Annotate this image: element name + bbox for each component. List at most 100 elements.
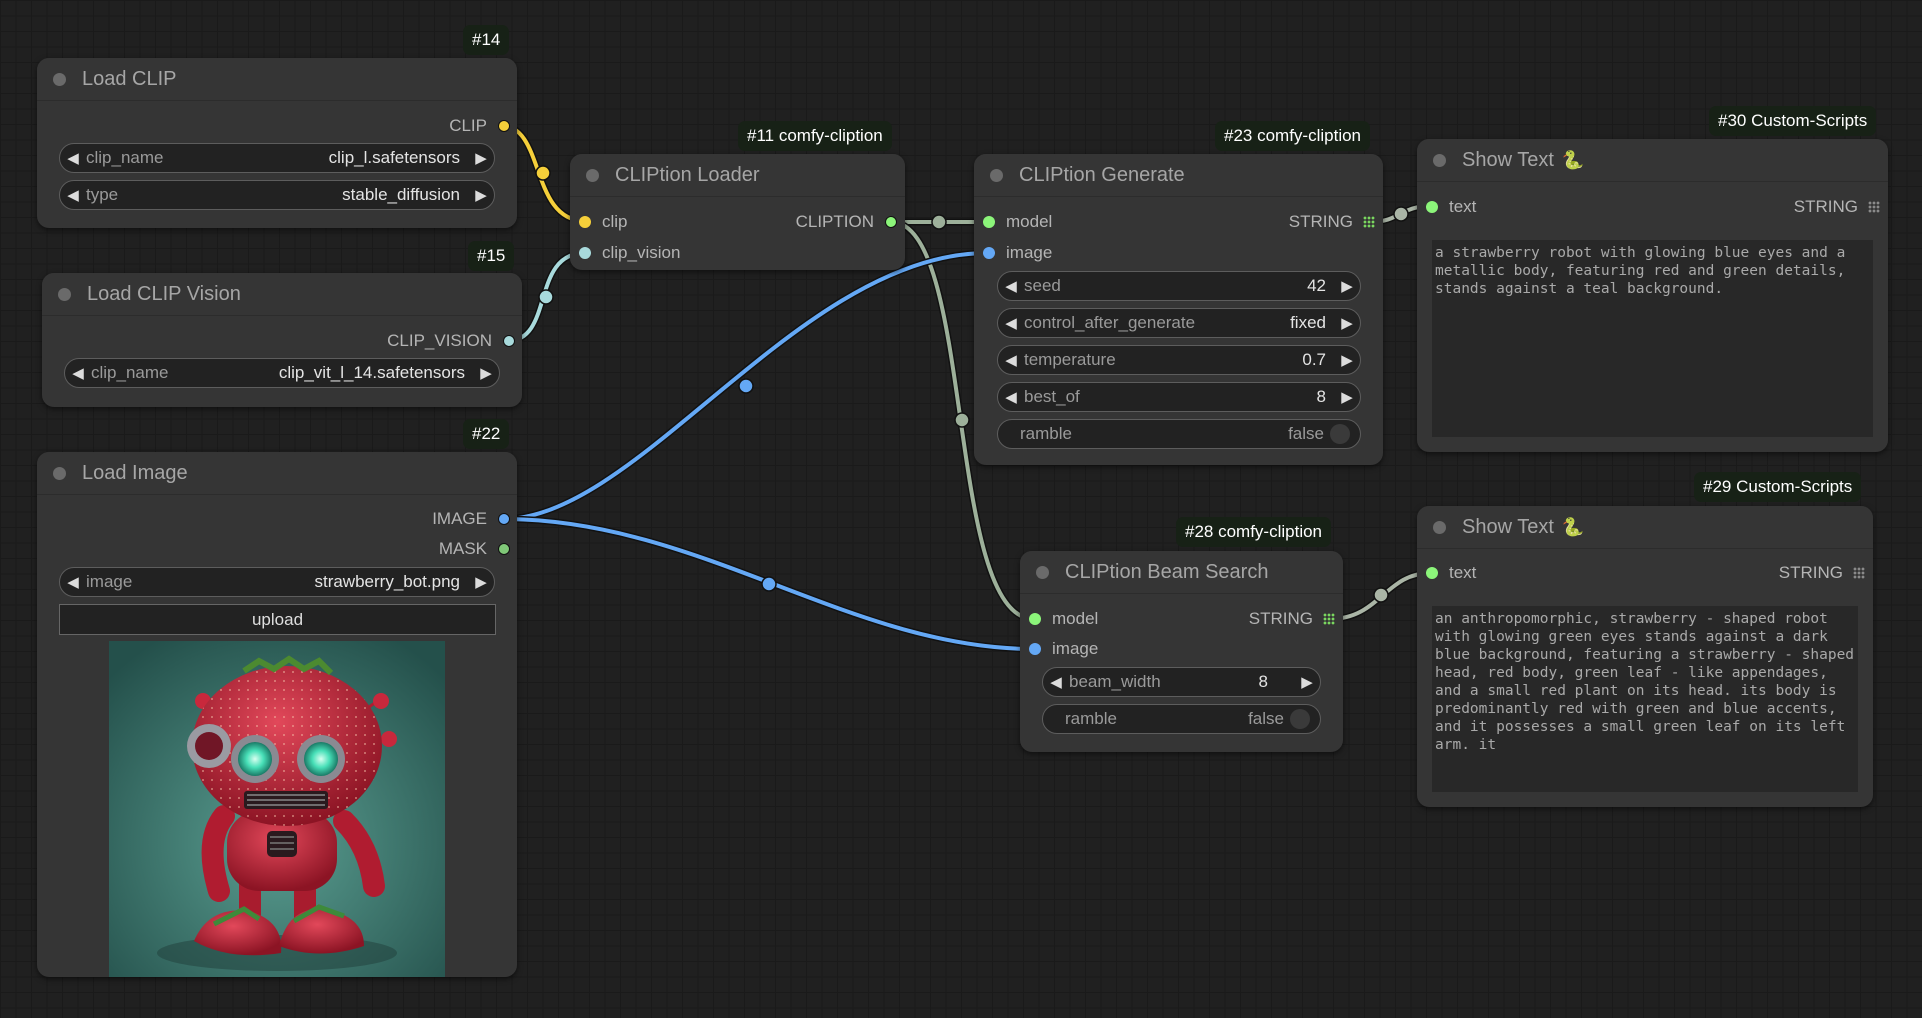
output-dot-icon[interactable] <box>498 543 510 555</box>
increment-arrow-icon[interactable]: ▶ <box>473 364 499 382</box>
node-load-clip[interactable]: Load CLIP CLIP ◀ clip_name clip_l.safete… <box>37 58 517 228</box>
toggle-knob[interactable] <box>1290 709 1310 729</box>
output-slot-image[interactable]: IMAGE <box>432 506 510 532</box>
wire-midpoint[interactable] <box>761 576 777 592</box>
output-slot-mask[interactable]: MASK <box>439 536 510 562</box>
increment-arrow-icon[interactable]: ▶ <box>1334 351 1360 369</box>
wire-midpoint[interactable] <box>738 378 754 394</box>
collapse-toggle-icon[interactable] <box>58 287 71 301</box>
toggle-ramble[interactable]: ramble false <box>1042 704 1321 734</box>
text-output-area[interactable]: a strawberry robot with glowing blue eye… <box>1432 240 1873 437</box>
increment-arrow-icon[interactable]: ▶ <box>1334 277 1360 295</box>
node-show-text-30[interactable]: Show Text 🐍 text STRING a strawberry rob… <box>1417 139 1888 452</box>
number-best-of[interactable]: ◀ best_of 8 ▶ <box>997 382 1361 412</box>
input-dot-icon[interactable] <box>579 247 591 259</box>
output-slot-string[interactable]: STRING <box>1289 209 1375 235</box>
input-dot-icon[interactable] <box>983 216 995 228</box>
wire-image-beam[interactable] <box>499 515 1038 653</box>
decrement-arrow-icon[interactable]: ◀ <box>998 314 1024 332</box>
upload-button[interactable]: upload <box>59 604 496 635</box>
input-dot-icon[interactable] <box>1426 567 1438 579</box>
node-show-text-29[interactable]: Show Text 🐍 text STRING an anthropomorph… <box>1417 506 1873 807</box>
collapse-toggle-icon[interactable] <box>586 168 599 182</box>
number-beam-width[interactable]: ◀ beam_width 8 ▶ <box>1042 667 1321 697</box>
wire-midpoint[interactable] <box>931 214 947 230</box>
collapse-toggle-icon[interactable] <box>53 466 66 480</box>
increment-arrow-icon[interactable]: ▶ <box>468 149 494 167</box>
increment-arrow-icon[interactable]: ▶ <box>468 573 494 591</box>
wire-image-generate[interactable] <box>499 249 992 523</box>
wire-midpoint[interactable] <box>1393 206 1409 222</box>
increment-arrow-icon[interactable]: ▶ <box>1334 314 1360 332</box>
output-dot-icon[interactable] <box>885 216 897 228</box>
decrement-arrow-icon[interactable]: ◀ <box>998 351 1024 369</box>
input-dot-icon[interactable] <box>1029 613 1041 625</box>
output-dot-icon[interactable] <box>498 513 510 525</box>
increment-arrow-icon[interactable]: ▶ <box>1334 388 1360 406</box>
input-slot-text[interactable]: text <box>1426 194 1476 220</box>
decrement-arrow-icon[interactable]: ◀ <box>60 186 86 204</box>
combo-image[interactable]: ◀ image strawberry_bot.png ▶ <box>59 567 495 597</box>
input-slot-image[interactable]: image <box>983 240 1052 266</box>
output-slot-string[interactable]: STRING <box>1794 194 1880 220</box>
increment-arrow-icon[interactable]: ▶ <box>468 186 494 204</box>
collapse-toggle-icon[interactable] <box>1433 520 1446 534</box>
decrement-arrow-icon[interactable]: ◀ <box>65 364 91 382</box>
number-seed[interactable]: ◀ seed 42 ▶ <box>997 271 1361 301</box>
collapse-toggle-icon[interactable] <box>53 72 66 86</box>
wire-string-29[interactable] <box>1326 569 1435 623</box>
node-header[interactable]: Load Image <box>37 452 517 495</box>
node-cliption-generate[interactable]: CLIPtion Generate model image STRING ◀ s… <box>974 154 1383 465</box>
combo-clip-name[interactable]: ◀ clip_name clip_l.safetensors ▶ <box>59 143 495 173</box>
input-slot-model[interactable]: model <box>1029 606 1098 632</box>
node-header[interactable]: CLIPtion Generate <box>974 154 1383 197</box>
input-slot-clip-vision[interactable]: clip_vision <box>579 240 680 266</box>
output-dot-icon[interactable] <box>503 335 515 347</box>
collapse-toggle-icon[interactable] <box>1433 153 1446 167</box>
output-slot-string[interactable]: STRING <box>1779 560 1865 586</box>
output-slot-clip-vision[interactable]: CLIP_VISION <box>387 328 515 354</box>
text-output-area[interactable]: an anthropomorphic, strawberry - shaped … <box>1432 606 1858 792</box>
node-header[interactable]: Load CLIP <box>37 58 517 101</box>
number-temperature[interactable]: ◀ temperature 0.7 ▶ <box>997 345 1361 375</box>
input-dot-icon[interactable] <box>983 247 995 259</box>
node-cliption-loader[interactable]: CLIPtion Loader clip clip_vision CLIPTIO… <box>570 154 905 270</box>
list-output-icon[interactable] <box>1363 216 1375 228</box>
decrement-arrow-icon[interactable]: ◀ <box>60 149 86 167</box>
combo-clip-name[interactable]: ◀ clip_name clip_vit_l_14.safetensors ▶ <box>64 358 500 388</box>
wire-midpoint[interactable] <box>535 165 551 181</box>
list-output-icon[interactable] <box>1323 613 1335 625</box>
input-slot-image[interactable]: image <box>1029 636 1098 662</box>
decrement-arrow-icon[interactable]: ◀ <box>60 573 86 591</box>
toggle-ramble[interactable]: ramble false <box>997 419 1361 449</box>
wire-midpoint[interactable] <box>1373 587 1389 603</box>
output-dot-icon[interactable] <box>498 120 510 132</box>
input-dot-icon[interactable] <box>579 216 591 228</box>
output-slot-clip[interactable]: CLIP <box>449 113 510 139</box>
node-header[interactable]: Show Text 🐍 <box>1417 139 1888 182</box>
node-cliption-beam-search[interactable]: CLIPtion Beam Search model image STRING … <box>1020 551 1343 752</box>
node-header[interactable]: CLIPtion Loader <box>570 154 905 197</box>
input-slot-model[interactable]: model <box>983 209 1052 235</box>
node-header[interactable]: Show Text 🐍 <box>1417 506 1873 549</box>
list-output-icon[interactable] <box>1868 201 1880 213</box>
input-dot-icon[interactable] <box>1029 643 1041 655</box>
decrement-arrow-icon[interactable]: ◀ <box>998 388 1024 406</box>
input-slot-clip[interactable]: clip <box>579 209 628 235</box>
node-header[interactable]: CLIPtion Beam Search <box>1020 551 1343 594</box>
node-header[interactable]: Load CLIP Vision <box>42 273 522 316</box>
wire-midpoint[interactable] <box>954 412 970 428</box>
output-slot-string[interactable]: STRING <box>1249 606 1335 632</box>
input-slot-text[interactable]: text <box>1426 560 1476 586</box>
list-output-icon[interactable] <box>1853 567 1865 579</box>
output-slot-cliption[interactable]: CLIPTION <box>796 209 897 235</box>
node-load-clip-vision[interactable]: Load CLIP Vision CLIP_VISION ◀ clip_name… <box>42 273 522 407</box>
decrement-arrow-icon[interactable]: ◀ <box>1043 673 1069 691</box>
decrement-arrow-icon[interactable]: ◀ <box>998 277 1024 295</box>
combo-control-after-generate[interactable]: ◀ control_after_generate fixed ▶ <box>997 308 1361 338</box>
increment-arrow-icon[interactable]: ▶ <box>1294 673 1320 691</box>
node-load-image[interactable]: Load Image IMAGE MASK ◀ image strawberry… <box>37 452 517 977</box>
collapse-toggle-icon[interactable] <box>1036 565 1049 579</box>
collapse-toggle-icon[interactable] <box>990 168 1003 182</box>
combo-type[interactable]: ◀ type stable_diffusion ▶ <box>59 180 495 210</box>
